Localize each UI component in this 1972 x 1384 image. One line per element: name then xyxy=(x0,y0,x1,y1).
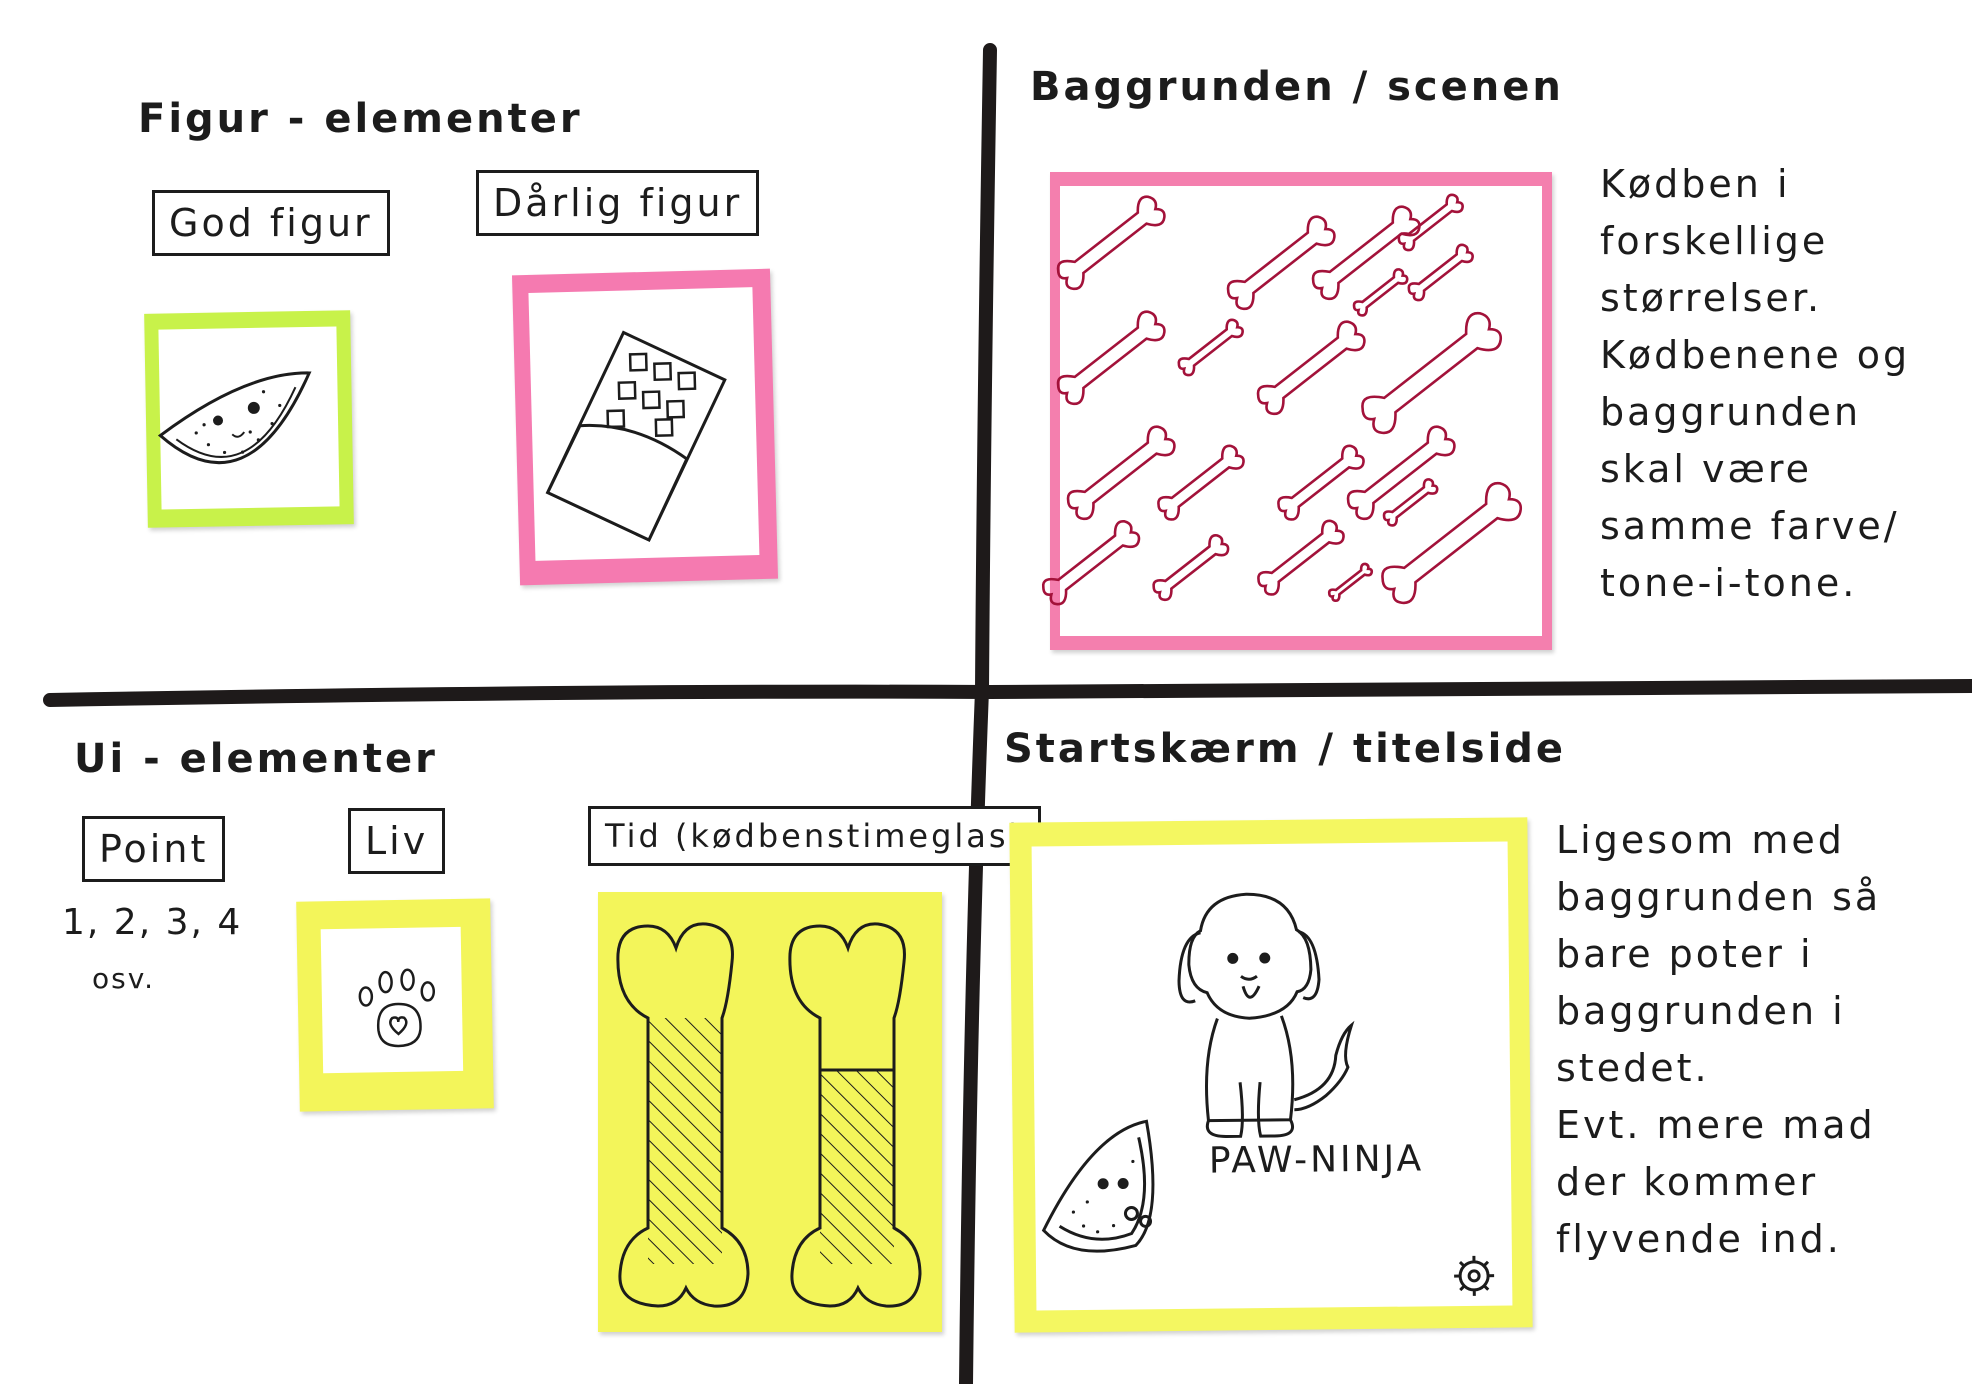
bone-shape xyxy=(1382,478,1439,527)
start-line-6: Evt. mere mad xyxy=(1556,1103,1876,1147)
bone-hourglass-icons xyxy=(616,922,922,1308)
bone-shape xyxy=(1256,320,1366,416)
good-figure-note xyxy=(144,310,354,528)
start-line-2: baggrunden så xyxy=(1556,875,1882,919)
baggrund-line-2: forskellige xyxy=(1600,219,1829,263)
bone-shape xyxy=(1056,310,1166,406)
bone-shape xyxy=(1407,243,1474,302)
bone-shape xyxy=(1277,444,1365,521)
baggrund-description: Kødben i forskellige størrelser. Kødbene… xyxy=(1600,156,1910,612)
background-note xyxy=(1041,172,1552,650)
bad-figure-label: Dårlig figur xyxy=(476,170,760,236)
start-line-7: der kommer xyxy=(1556,1160,1819,1204)
lives-note xyxy=(296,898,494,1112)
bone-shape xyxy=(1361,311,1503,435)
baggrund-line-4: Kødbenene og xyxy=(1600,333,1911,377)
bone-shape xyxy=(1346,425,1456,521)
paw-icon xyxy=(358,968,436,1048)
bone-shape xyxy=(1397,193,1464,252)
settings-gear-icon[interactable] xyxy=(1009,817,1532,1332)
good-figure-label: God figur xyxy=(152,190,390,256)
bone-shape xyxy=(1257,519,1345,596)
start-section-title: Startskærm / titelside xyxy=(1004,726,1567,772)
start-line-4: baggrunden i xyxy=(1556,989,1846,1033)
bone-shape xyxy=(1152,534,1230,602)
point-etc: osv. xyxy=(92,962,156,995)
baggrund-line-3: størrelser. xyxy=(1600,276,1823,320)
bone-pattern xyxy=(1041,193,1523,606)
chocolate-bar-icon xyxy=(545,330,727,542)
baggrund-line-1: Kødben i xyxy=(1600,162,1791,206)
start-line-5: stedet. xyxy=(1556,1046,1710,1090)
start-line-1: Ligesom med xyxy=(1556,818,1845,862)
point-label: Point xyxy=(82,816,226,882)
baggrund-line-7: samme farve/ xyxy=(1600,504,1900,548)
bad-figure-note xyxy=(511,268,779,586)
start-description: Ligesom med baggrunden så bare poter i b… xyxy=(1556,812,1881,1268)
tid-label: Tid (kødbenstimeglas) xyxy=(588,806,1042,866)
figur-section-title: Figur - elementer xyxy=(138,96,583,142)
bone-shape xyxy=(1327,562,1374,603)
baggrund-section-title: Baggrunden / scenen xyxy=(1030,64,1564,110)
watermelon-icon xyxy=(157,371,312,465)
baggrund-line-5: baggrunden xyxy=(1600,390,1862,434)
point-values: 1, 2, 3, 4 xyxy=(62,902,243,943)
start-line-3: bare poter i xyxy=(1556,932,1814,976)
sketch-sheet: Figur - elementer God figur Dårlig figur xyxy=(0,0,1972,1384)
bone-shape xyxy=(1226,215,1336,311)
bone-shape xyxy=(1066,425,1176,521)
timer-note xyxy=(598,892,942,1332)
bone-shape xyxy=(1311,205,1421,301)
bone-shape xyxy=(1352,268,1409,317)
baggrund-line-6: skal være xyxy=(1600,447,1813,491)
baggrund-line-8: tone-i-tone. xyxy=(1600,561,1858,605)
ui-section-title: Ui - elementer xyxy=(74,736,438,782)
bone-shape xyxy=(1041,520,1141,606)
liv-label: Liv xyxy=(348,808,446,874)
title-screen-note: PAW-NINJA xyxy=(1009,817,1533,1333)
start-line-8: flyvende ind. xyxy=(1556,1217,1842,1261)
bone-shape xyxy=(1177,318,1244,377)
bone-shape xyxy=(1056,195,1166,291)
bone-shape xyxy=(1381,481,1523,605)
